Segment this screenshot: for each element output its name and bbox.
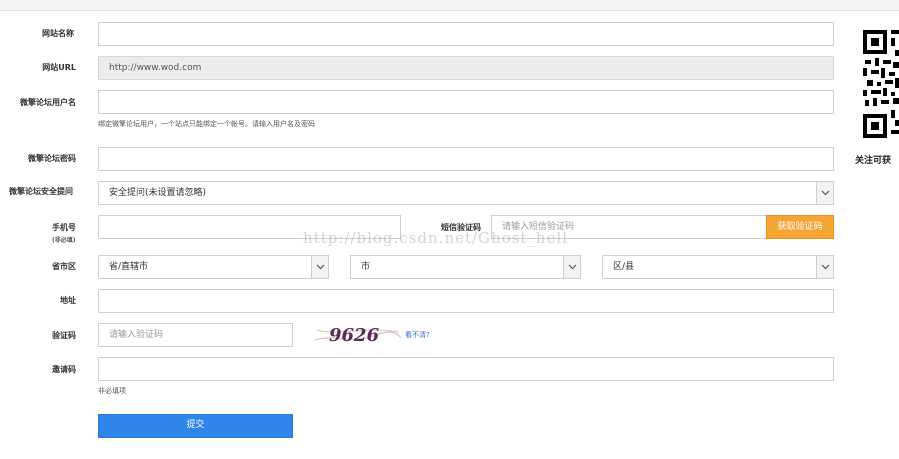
captcha-input[interactable]: 请输入验证码 (98, 323, 293, 347)
watermark-text: http://blog.csdn.net/Ghost_hell (303, 229, 569, 247)
site-url-input: http://www.wod.com (98, 56, 834, 80)
forum-user-input[interactable] (98, 90, 834, 114)
security-question-value: 安全提问(未设置请忽略) (109, 188, 207, 198)
district-value: 区/县 (613, 262, 635, 272)
forum-user-label: 微擎论坛用户名 (20, 98, 76, 107)
forum-user-hint: 绑定微擎论坛用户，一个站点只能绑定一个帐号。请输入用户名及密码 (98, 120, 315, 128)
chevron-down-icon[interactable] (816, 256, 833, 278)
city-value: 市 (361, 262, 371, 272)
province-value: 省/直辖市 (109, 262, 149, 272)
phone-optional-note: (非必填) (52, 237, 76, 244)
address-input[interactable] (98, 289, 834, 313)
captcha-text: 9626 (329, 325, 380, 346)
district-select[interactable]: 区/县 (602, 255, 834, 279)
forum-password-input[interactable] (98, 147, 834, 171)
city-select[interactable]: 市 (350, 255, 581, 279)
invite-code-label: 邀请码 (52, 365, 76, 374)
invite-code-hint: 非必填项 (98, 387, 126, 395)
captcha-image[interactable]: 9626 (313, 322, 402, 348)
captcha-refresh-link[interactable]: 看不清? (405, 330, 430, 340)
security-question-label: 微擎论坛安全提问 (9, 187, 73, 196)
chevron-down-icon[interactable] (816, 182, 833, 204)
province-select[interactable]: 省/直辖市 (98, 255, 329, 279)
region-label: 省市区 (52, 262, 76, 271)
forum-password-label: 微擎论坛密码 (28, 154, 76, 163)
address-label: 地址 (60, 296, 76, 305)
security-question-select[interactable]: 安全提问(未设置请忽略) (98, 181, 834, 205)
captcha-label: 验证码 (52, 331, 76, 340)
qr-code-icon (863, 30, 899, 138)
site-url-label: 网站URL (42, 63, 76, 72)
phone-label: 手机号 (52, 223, 76, 232)
site-name-input[interactable] (98, 22, 834, 46)
get-sms-code-button[interactable]: 获取验证码 (766, 215, 834, 239)
top-bar (0, 0, 899, 11)
submit-button[interactable]: 提交 (98, 414, 293, 438)
chevron-down-icon[interactable] (311, 256, 328, 278)
chevron-down-icon[interactable] (563, 256, 580, 278)
qr-caption: 关注可获 (855, 156, 892, 166)
site-name-label: 网站名称 (42, 29, 74, 38)
invite-code-input[interactable] (98, 357, 834, 381)
